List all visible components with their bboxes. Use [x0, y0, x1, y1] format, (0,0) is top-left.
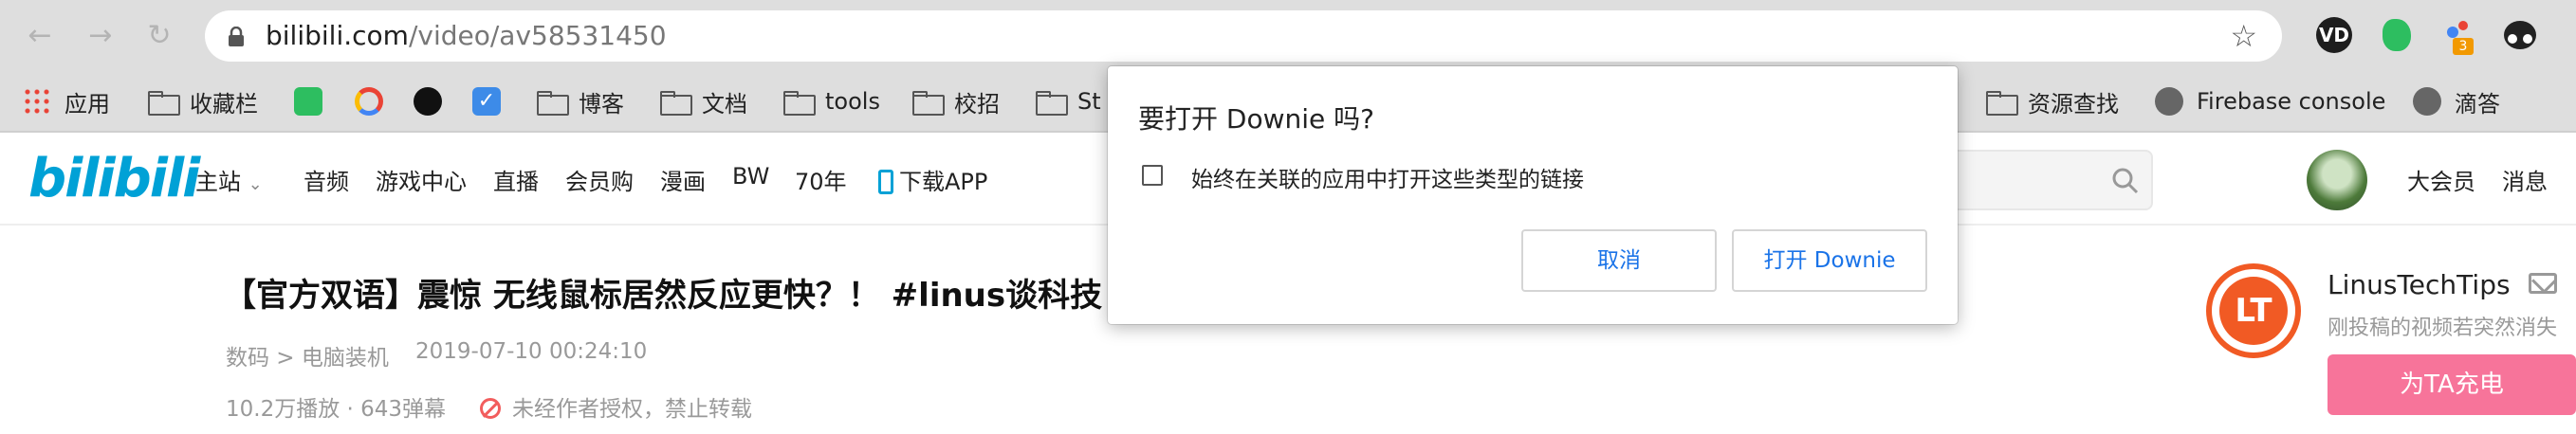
nav-member-shop[interactable]: 会员购 [565, 163, 634, 196]
bookmark-google[interactable] [355, 72, 396, 131]
bookmark-star-icon[interactable]: ☆ [2230, 20, 2257, 52]
bookmark-apps[interactable]: 应用 [23, 72, 110, 131]
charge-button[interactable]: 为TA充电 [2328, 354, 2576, 415]
bilibili-logo[interactable]: bilibili [28, 148, 200, 209]
github-icon [414, 87, 442, 116]
forward-arrow-icon[interactable]: → [82, 17, 120, 55]
nav-live[interactable]: 直播 [493, 163, 539, 196]
always-open-checkbox[interactable] [1142, 165, 1163, 186]
dialog-title: 要打开 Downie 吗? [1138, 103, 1375, 135]
chevron-down-icon: ⌄ [248, 174, 263, 194]
nav-main[interactable]: 主站 ⌄ [195, 163, 263, 196]
bookmark-label: 应用 [64, 90, 110, 118]
bookmark-folder-favorites[interactable]: 收藏栏 [148, 72, 258, 131]
bookmark-label: 文档 [702, 90, 747, 118]
bookmark-folder-st[interactable]: St [1036, 72, 1101, 131]
bookmark-folder-blog[interactable]: 博客 [537, 72, 624, 131]
evernote-icon [294, 87, 322, 116]
uploader-name[interactable]: LinusTechTips [2328, 269, 2511, 300]
bookmark-label: St [1077, 88, 1101, 115]
reload-icon[interactable]: ↻ [140, 17, 178, 55]
bookmark-label: 滴答 [2455, 90, 2500, 118]
apps-grid-icon [23, 87, 51, 116]
video-stats: 10.2万播放 · 643弹幕 [226, 397, 447, 422]
bookmark-folder-docs[interactable]: 文档 [660, 72, 747, 131]
avatar[interactable] [2307, 150, 2367, 210]
bookmark-label: 校招 [954, 90, 1000, 118]
globe-icon [2155, 87, 2183, 116]
bookmark-label: tools [825, 88, 880, 115]
bookmark-tasks[interactable]: ✓ [472, 72, 514, 131]
google-icon [355, 87, 383, 116]
checkbox-label[interactable]: 始终在关联的应用中打开这些类型的链接 [1191, 161, 1584, 193]
browser-toolbar: ← → ↻ bilibili.com/video/av58531450 ☆ VD… [0, 0, 2576, 72]
evernote-icon[interactable] [2377, 15, 2419, 57]
prohibited-icon [480, 398, 501, 419]
bookmark-folder-resources[interactable]: 资源查找 [1986, 72, 2119, 131]
nav-download-app[interactable]: 下载APP [878, 163, 987, 196]
cancel-button[interactable]: 取消 [1521, 229, 1717, 292]
bookmark-label: 收藏栏 [190, 90, 258, 118]
open-downie-button[interactable]: 打开 Downie [1732, 229, 1927, 292]
video-category[interactable]: 数码 > 电脑装机 [226, 339, 389, 371]
back-arrow-icon[interactable]: ← [21, 17, 59, 55]
bookmark-evernote[interactable] [294, 72, 336, 131]
address-bar[interactable]: bilibili.com/video/av58531450 ☆ [205, 10, 2282, 62]
incognito-icon[interactable] [2498, 15, 2540, 57]
folder-icon [912, 91, 945, 116]
nav-70years[interactable]: 70年 [795, 163, 847, 196]
uploader-avatar[interactable]: LT [2206, 263, 2301, 358]
video-title: 【官方双语】震惊 无线鼠标居然反应更快？！ #linus谈科技 [224, 277, 1103, 315]
folder-icon [148, 91, 180, 116]
bookmark-folder-campus[interactable]: 校招 [912, 72, 1000, 131]
bookmark-label: 资源查找 [2028, 90, 2119, 118]
phone-icon [878, 170, 893, 194]
folder-icon [783, 91, 816, 116]
nav-game-center[interactable]: 游戏中心 [376, 163, 467, 196]
bookmark-label: 博客 [579, 90, 624, 118]
bookmark-label: Firebase console [2197, 88, 2386, 115]
folder-icon [1036, 91, 1068, 116]
extension-dots-icon[interactable]: 3 [2439, 15, 2481, 57]
globe-icon [2413, 87, 2441, 116]
extension-badge: 3 [2453, 38, 2474, 55]
bookmark-folder-tools[interactable]: tools [783, 72, 880, 131]
folder-icon [660, 91, 692, 116]
folder-icon [1986, 91, 2018, 116]
bookmark-dida[interactable]: 滴答 [2413, 72, 2500, 131]
mail-icon[interactable] [2529, 273, 2557, 294]
nav-audio[interactable]: 音频 [304, 163, 349, 196]
folder-icon [537, 91, 569, 116]
lock-icon[interactable] [226, 27, 247, 47]
open-app-dialog: 要打开 Downie 吗? 始终在关联的应用中打开这些类型的链接 取消 打开 D… [1108, 66, 1958, 324]
checkmark-icon: ✓ [472, 87, 501, 116]
copyright-notice: 未经作者授权，禁止转载 [480, 390, 752, 423]
url-text[interactable]: bilibili.com/video/av58531450 [266, 10, 667, 62]
bookmark-firebase[interactable]: Firebase console [2155, 72, 2385, 131]
vip-link[interactable]: 大会员 [2407, 163, 2475, 196]
nav-manga[interactable]: 漫画 [660, 163, 706, 196]
bookmark-github[interactable] [414, 72, 455, 131]
nav-bw[interactable]: BW [732, 163, 769, 190]
video-date: 2019-07-10 00:24:10 [415, 339, 648, 364]
vd-extension-icon[interactable]: VD [2312, 15, 2354, 57]
messages-link[interactable]: 消息 [2502, 163, 2548, 196]
uploader-description: 刚投稿的视频若突然消失 [2328, 316, 2558, 340]
search-icon[interactable] [2111, 167, 2140, 195]
